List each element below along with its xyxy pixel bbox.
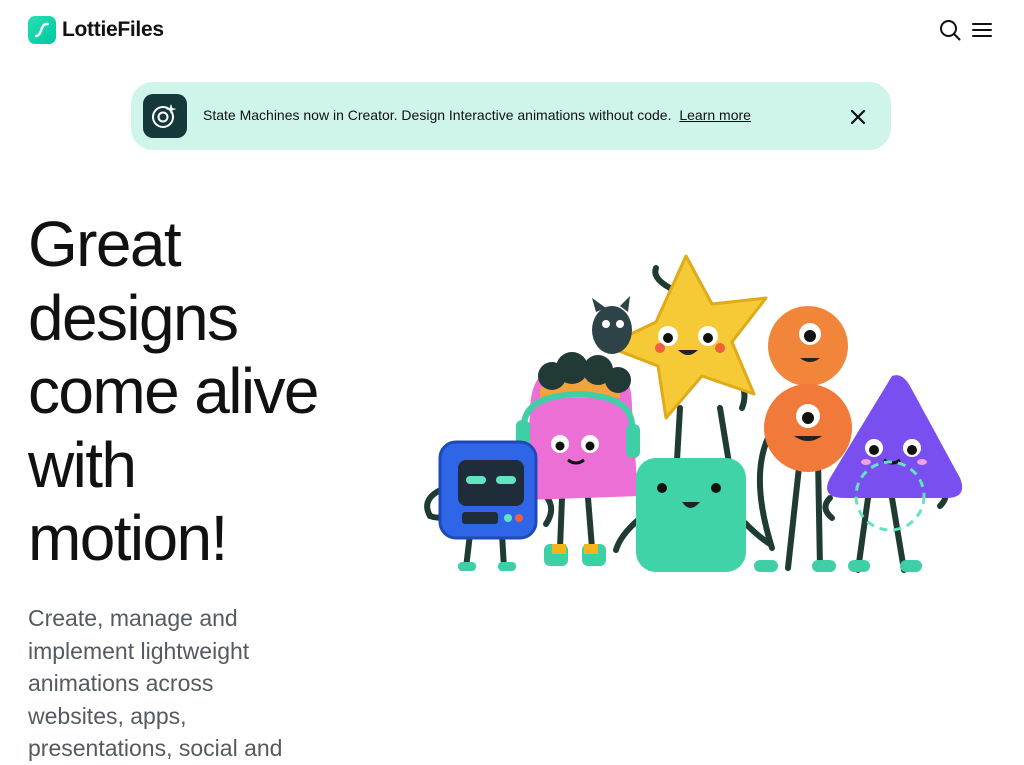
- hamburger-menu-icon: [972, 23, 992, 37]
- hero-title-line: come alive: [28, 355, 320, 427]
- banner-message: State Machines now in Creator. Design In…: [203, 107, 672, 123]
- state-machine-icon: [143, 94, 187, 138]
- search-button[interactable]: [936, 16, 964, 44]
- site-header: LottieFiles: [0, 0, 1024, 60]
- close-icon: [850, 109, 866, 125]
- brand-name: LottieFiles: [62, 18, 164, 41]
- hero-title-line: designs: [28, 281, 239, 354]
- hero-illustration: [424, 254, 963, 573]
- banner-close-button[interactable]: [845, 104, 871, 130]
- lottie-logo-icon: [28, 16, 56, 44]
- hero-subtitle-line: animations across: [28, 670, 214, 696]
- hero-subtitle-line: websites, apps,: [28, 702, 187, 729]
- hero-subtitle-line: Create, manage and: [28, 605, 238, 631]
- announcement-banner: State Machines now in Creator. Design In…: [131, 82, 891, 150]
- hero-title-line: motion!: [28, 502, 228, 574]
- menu-button[interactable]: [968, 16, 996, 44]
- search-icon: [940, 20, 961, 41]
- learn-more-link[interactable]: Learn more: [679, 107, 751, 123]
- hero-title-line: Great: [28, 208, 182, 280]
- hero-title-line: with: [28, 428, 137, 501]
- hero-title: Great designs come alive with motion!: [28, 208, 388, 576]
- hero-subtitle-line: implement lightweight: [28, 637, 250, 664]
- hero-subtitle: Create, manage and implement lightweight…: [28, 602, 328, 765]
- banner-message-row: State Machines now in Creator. Design In…: [203, 107, 751, 123]
- brand-logo[interactable]: LottieFiles: [28, 16, 164, 44]
- hero-subtitle-line: presentations, social and: [28, 735, 283, 761]
